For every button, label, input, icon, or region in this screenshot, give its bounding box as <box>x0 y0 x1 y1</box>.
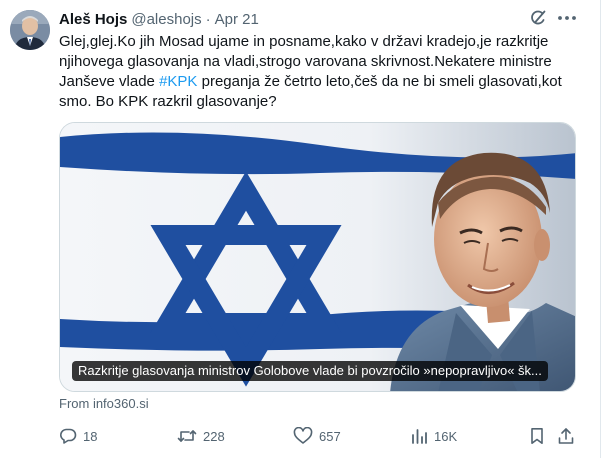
reply-icon <box>60 428 77 444</box>
views-icon <box>412 429 427 444</box>
bookmark-icon <box>531 428 543 444</box>
share-icon <box>558 428 574 444</box>
card-caption[interactable]: Razkritje glasovanja ministrov Golobove … <box>72 361 548 381</box>
retweet-count: 228 <box>203 428 225 444</box>
retweet-button[interactable]: 228 <box>177 426 225 446</box>
action-bar: 18 228 657 16K <box>59 426 579 446</box>
like-button[interactable]: 657 <box>293 426 341 446</box>
tweet-header: Aleš Hojs @aleshojs · Apr 21 <box>59 9 259 29</box>
bookmark-button[interactable] <box>529 426 551 446</box>
card-source[interactable]: From info360.si <box>59 396 149 411</box>
tweet[interactable]: Aleš Hojs @aleshojs · Apr 21 Glej,glej.K… <box>0 0 601 458</box>
views-button[interactable]: 16K <box>410 426 457 446</box>
share-button[interactable] <box>557 426 581 446</box>
avatar[interactable] <box>10 10 50 50</box>
tweet-text: Glej,glej.Ko jih Mosad ujame in posname,… <box>59 32 584 112</box>
card-image <box>60 123 575 391</box>
like-icon <box>293 427 313 444</box>
like-count: 657 <box>319 428 341 444</box>
link-card[interactable]: Razkritje glasovanja ministrov Golobove … <box>59 122 576 392</box>
hashtag-link[interactable]: #KPK <box>159 73 197 90</box>
timestamp[interactable]: Apr 21 <box>215 11 259 28</box>
reply-count: 18 <box>83 428 98 444</box>
separator-dot: · <box>205 10 211 28</box>
reply-button[interactable]: 18 <box>59 426 97 446</box>
views-count: 16K <box>434 428 458 444</box>
more-icon[interactable] <box>556 8 578 28</box>
retweet-icon <box>177 430 197 442</box>
author-handle[interactable]: @aleshojs <box>131 11 201 28</box>
grok-icon[interactable] <box>528 8 548 28</box>
author-name[interactable]: Aleš Hojs <box>59 11 127 28</box>
